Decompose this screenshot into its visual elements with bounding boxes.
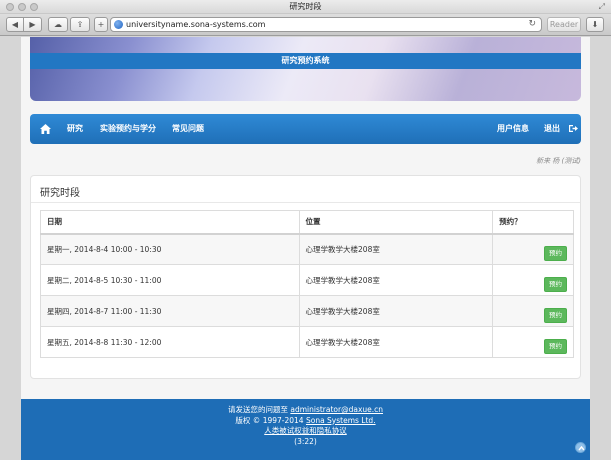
zoom-window-icon[interactable] <box>30 3 38 11</box>
footer-contact-line: 请发送您的问题至 administrator@daxue.cn <box>21 405 590 416</box>
slot-date: 星期一, 2014-8-4 10:00 - 10:30 <box>40 233 300 265</box>
slot-action-cell: 预约 <box>492 326 574 358</box>
slot-action-cell: 预约 <box>492 295 574 327</box>
panel-divider <box>31 202 580 203</box>
slot-location: 心理学教学大楼208室 <box>298 295 494 327</box>
nav-item-logout[interactable]: 退出 <box>544 114 560 144</box>
scroll-to-top-button[interactable] <box>575 442 586 453</box>
privacy-policy-link[interactable]: 人类被试权益和隐私协议 <box>264 426 347 435</box>
footer-privacy-line: 人类被试权益和隐私协议 <box>21 426 590 437</box>
sona-systems-link[interactable]: Sona Systems Ltd. <box>306 416 376 425</box>
nav-item-appointments-credits[interactable]: 实验预约与学分 <box>100 114 156 144</box>
page-footer: 请发送您的问题至 administrator@daxue.cn 版权 © 199… <box>21 399 590 460</box>
table-header-row: 日期 位置 预约？ <box>40 210 574 235</box>
icloud-tabs-button[interactable]: ☁ <box>48 17 68 32</box>
footer-contact-prefix: 请发送您的问题至 <box>227 405 288 414</box>
reload-icon[interactable]: ↻ <box>528 18 536 31</box>
main-navbar: 研究 实验预约与学分 常见问题 用户信息 退出 <box>30 114 581 144</box>
table-row: 星期一, 2014-8-4 10:00 - 10:30 心理学教学大楼208室 … <box>40 233 574 265</box>
window-controls <box>6 3 38 11</box>
add-bookmark-button[interactable]: + <box>94 17 108 32</box>
timeslots-panel: 研究时段 日期 位置 预约？ 星期一, 2014-8-4 10:00 - 10:… <box>30 175 581 379</box>
sign-up-button[interactable]: 预约 <box>544 339 567 354</box>
logout-icon[interactable] <box>569 124 578 133</box>
footer-copyright-line: 版权 © 1997-2014 Sona Systems Ltd. <box>21 416 590 427</box>
home-icon[interactable] <box>40 124 51 134</box>
share-button[interactable]: ⇪ <box>70 17 90 32</box>
slot-location: 心理学教学大楼208室 <box>298 264 494 296</box>
footer-copyright-prefix: 版权 © 1997-2014 <box>235 415 304 425</box>
slot-date: 星期四, 2014-8-7 11:00 - 11:30 <box>40 295 300 327</box>
chevron-up-icon <box>578 445 585 451</box>
globe-icon <box>114 20 123 29</box>
header-banner: 研究预约系统 <box>30 37 581 101</box>
address-text: universityname.sona-systems.com <box>126 20 266 29</box>
download-icon: ⬇ <box>591 20 599 29</box>
forward-arrow-icon: ▶ <box>29 20 36 29</box>
panel-title: 研究时段 <box>40 188 80 199</box>
nav-item-studies[interactable]: 研究 <box>67 114 83 144</box>
slot-action-cell: 预约 <box>492 233 574 265</box>
window-titlebar: 研究时段 ⤢ <box>0 0 611 14</box>
back-button[interactable]: ◀ <box>6 17 24 32</box>
table-row: 星期五, 2014-8-8 11:30 - 12:00 心理学教学大楼208室 … <box>40 326 574 358</box>
minimize-window-icon[interactable] <box>18 3 26 11</box>
column-header-date: 日期 <box>40 210 300 235</box>
plus-icon: + <box>97 20 105 29</box>
sign-up-button[interactable]: 预约 <box>544 308 567 323</box>
table-row: 星期四, 2014-8-7 11:00 - 11:30 心理学教学大楼208室 … <box>40 295 574 327</box>
downloads-button[interactable]: ⬇ <box>586 17 604 32</box>
address-bar[interactable]: universityname.sona-systems.com ↻ <box>110 17 542 32</box>
slot-action-cell: 预约 <box>492 264 574 296</box>
sign-up-button[interactable]: 预约 <box>544 277 567 292</box>
timeslots-table: 日期 位置 预约？ 星期一, 2014-8-4 10:00 - 10:30 心理… <box>40 210 574 358</box>
system-title: 研究预约系统 <box>30 53 581 69</box>
share-icon: ⇪ <box>76 20 84 29</box>
slot-location: 心理学教学大楼208室 <box>298 326 494 358</box>
fullscreen-icon[interactable]: ⤢ <box>599 2 605 12</box>
logged-in-user: 新来 杨 (测试) <box>536 157 581 165</box>
slot-location: 心理学教学大楼208室 <box>298 233 494 265</box>
page: 研究预约系统 研究 实验预约与学分 常见问题 用户信息 退出 新来 杨 (测试)… <box>21 37 590 460</box>
browser-toolbar: ◀ ▶ ☁ ⇪ + universityname.sona-systems.co… <box>0 14 611 36</box>
column-header-signup: 预约？ <box>492 210 574 235</box>
table-row: 星期二, 2014-8-5 10:30 - 11:00 心理学教学大楼208室 … <box>40 264 574 296</box>
slot-date: 星期五, 2014-8-8 11:30 - 12:00 <box>40 326 300 358</box>
column-header-location: 位置 <box>298 210 494 235</box>
close-window-icon[interactable] <box>6 3 14 11</box>
nav-item-faq[interactable]: 常见问题 <box>172 114 204 144</box>
reader-button[interactable]: Reader <box>547 17 581 32</box>
cloud-icon: ☁ <box>54 20 62 29</box>
admin-email-link[interactable]: administrator@daxue.cn <box>290 405 383 414</box>
sign-up-button[interactable]: 预约 <box>544 246 567 261</box>
forward-button[interactable]: ▶ <box>24 17 42 32</box>
back-arrow-icon: ◀ <box>11 20 19 29</box>
nav-item-user-info[interactable]: 用户信息 <box>497 114 529 144</box>
slot-date: 星期二, 2014-8-5 10:30 - 11:00 <box>40 264 300 296</box>
window-title: 研究时段 <box>289 2 322 11</box>
footer-time: (3:22) <box>294 436 317 446</box>
